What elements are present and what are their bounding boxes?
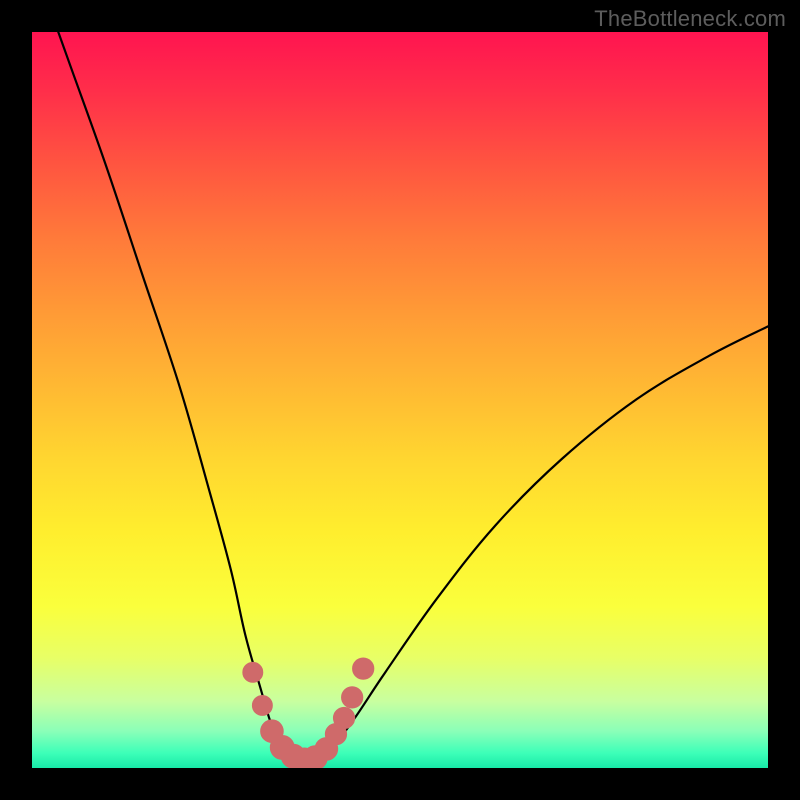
- curve-marker: [333, 707, 354, 728]
- bottleneck-curve: [32, 32, 768, 761]
- curve-marker: [342, 687, 363, 708]
- watermark-text: TheBottleneck.com: [594, 6, 786, 32]
- chart-frame: TheBottleneck.com: [0, 0, 800, 800]
- curve-markers: [243, 658, 374, 768]
- bottleneck-curve-svg: [32, 32, 768, 768]
- plot-area: [32, 32, 768, 768]
- curve-marker: [252, 695, 272, 715]
- curve-marker: [243, 662, 263, 682]
- curve-marker: [353, 658, 374, 679]
